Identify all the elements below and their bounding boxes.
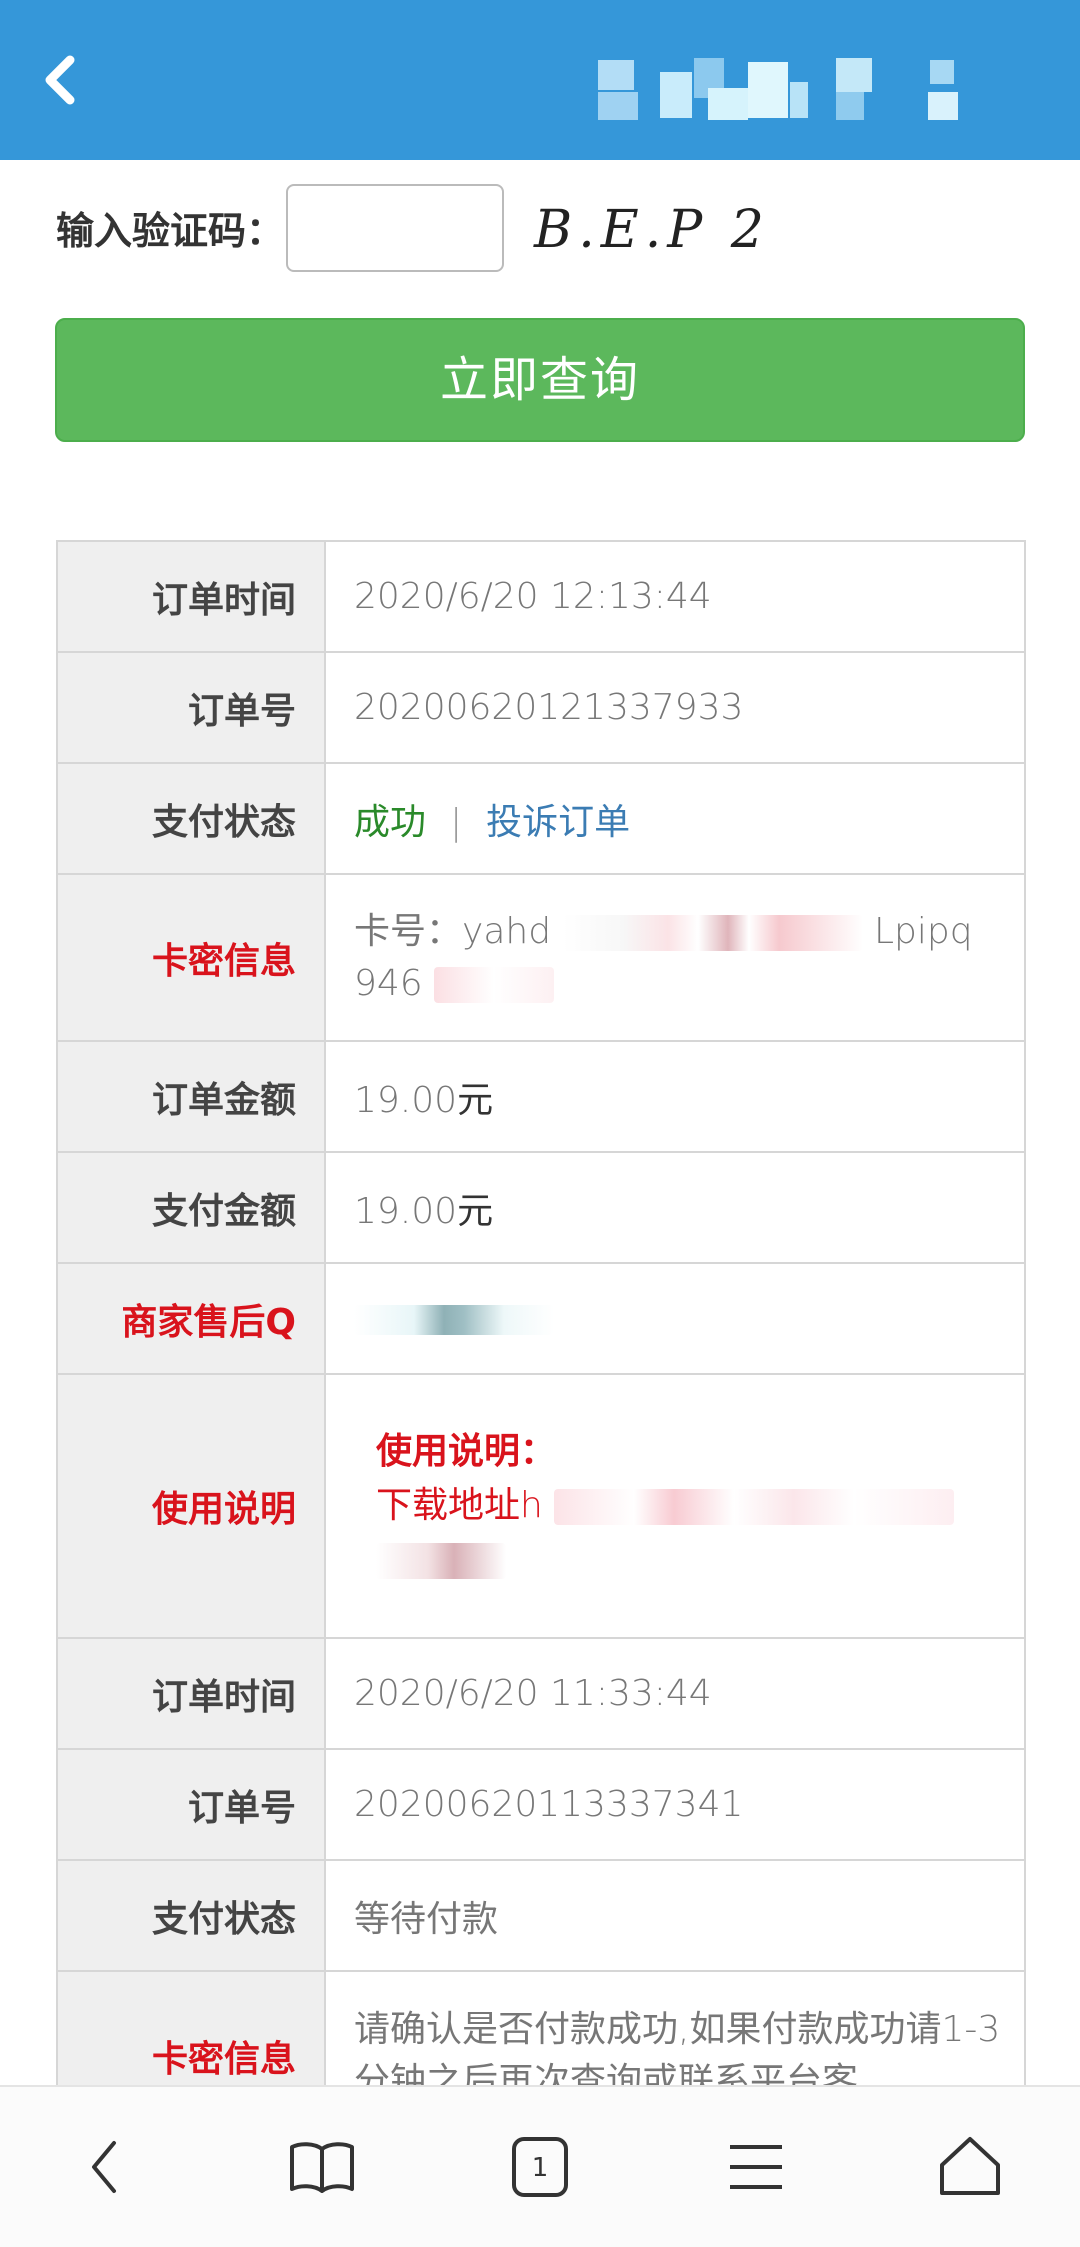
- redacted-block: [562, 914, 863, 951]
- order-id-label: 订单号: [56, 651, 326, 764]
- table-row: 使用说明 使用说明： 下载地址h: [56, 1373, 1026, 1639]
- order-time-label: 订单时间: [56, 1637, 326, 1750]
- pay-status-cell: 成功 | 投诉订单: [324, 762, 1026, 875]
- query-button[interactable]: 立即查询: [55, 318, 1025, 442]
- pay-status-label: 支付状态: [56, 1859, 326, 1972]
- redacted-block: [376, 1543, 506, 1579]
- pay-status-label: 支付状态: [56, 762, 326, 875]
- order-time-value: 2020/6/20 11:33:44: [324, 1637, 1026, 1750]
- table-row: 支付状态 等待付款: [56, 1859, 1026, 1972]
- order-time-value: 2020/6/20 12:13:44: [324, 540, 1026, 653]
- table-row: 订单时间 2020/6/20 12:13:44: [56, 540, 1026, 653]
- captcha-input[interactable]: [286, 184, 504, 272]
- seller-qq-label: 商家售后Q: [56, 1262, 326, 1375]
- card-info-label: 卡密信息: [56, 873, 326, 1042]
- table-row: 商家售后Q: [56, 1262, 1026, 1375]
- order-table: 订单时间 2020/6/20 12:13:44 订单号 202006201213…: [56, 540, 1026, 2142]
- seller-qq-value: [324, 1262, 1026, 1375]
- back-arrow-icon[interactable]: [38, 50, 88, 110]
- bookmarks-icon[interactable]: [282, 2127, 362, 2207]
- tabs-icon[interactable]: 1: [500, 2127, 580, 2207]
- amount-unit: 元: [457, 1079, 494, 1121]
- usage-line: 下载地址h: [376, 1485, 543, 1526]
- table-row: 订单号 20200620121337933: [56, 651, 1026, 764]
- order-amount-label: 订单金额: [56, 1040, 326, 1153]
- tab-count: 1: [532, 2153, 549, 2183]
- card-end: Lpipq: [873, 910, 973, 952]
- top-bar: [0, 0, 1080, 160]
- card-line2: 946: [354, 962, 423, 1004]
- usage-label: 使用说明: [56, 1373, 326, 1639]
- card-prefix: 卡号：: [354, 910, 463, 952]
- paid-amount: 19.00: [354, 1190, 458, 1232]
- order-amount: 19.00: [354, 1079, 458, 1121]
- paid-amount-value: 19.00元: [324, 1151, 1026, 1264]
- browser-toolbar: 1: [0, 2085, 1080, 2247]
- card-start: yahd: [462, 910, 552, 952]
- captcha-image[interactable]: B.E.P 2: [534, 200, 774, 270]
- paid-amount-label: 支付金额: [56, 1151, 326, 1264]
- order-id-value: 20200620113337341: [324, 1748, 1026, 1861]
- captcha-row: 输入验证码： B.E.P 2: [0, 180, 1080, 280]
- pay-status-pending: 等待付款: [324, 1859, 1026, 1972]
- menu-icon[interactable]: [716, 2127, 796, 2207]
- table-row: 订单时间 2020/6/20 11:33:44: [56, 1637, 1026, 1750]
- usage-title: 使用说明：: [376, 1431, 557, 1472]
- nav-back-icon[interactable]: [66, 2127, 146, 2207]
- table-row: 卡密信息 卡号：yahd Lpipq 946: [56, 873, 1026, 1042]
- page-title-blurred: [598, 58, 963, 122]
- redacted-block: [354, 1305, 554, 1335]
- table-row: 支付状态 成功 | 投诉订单: [56, 762, 1026, 875]
- separator: |: [450, 801, 463, 843]
- redacted-block: [554, 1489, 955, 1525]
- table-row: 订单号 20200620113337341: [56, 1748, 1026, 1861]
- paid-unit: 元: [457, 1190, 494, 1232]
- table-row: 订单金额 19.00元: [56, 1040, 1026, 1153]
- order-amount-value: 19.00元: [324, 1040, 1026, 1153]
- table-row: 支付金额 19.00元: [56, 1151, 1026, 1264]
- complaint-order-link[interactable]: 投诉订单: [486, 802, 630, 843]
- captcha-label: 输入验证码：: [56, 209, 285, 253]
- order-id-value: 20200620121337933: [324, 651, 1026, 764]
- order-time-label: 订单时间: [56, 540, 326, 653]
- order-id-label: 订单号: [56, 1748, 326, 1861]
- home-icon[interactable]: [930, 2127, 1010, 2207]
- redacted-block: [434, 966, 555, 1003]
- card-info-value: 卡号：yahd Lpipq 946: [324, 873, 1026, 1042]
- usage-value: 使用说明： 下载地址h: [324, 1373, 1026, 1639]
- pay-status-success: 成功: [354, 801, 427, 843]
